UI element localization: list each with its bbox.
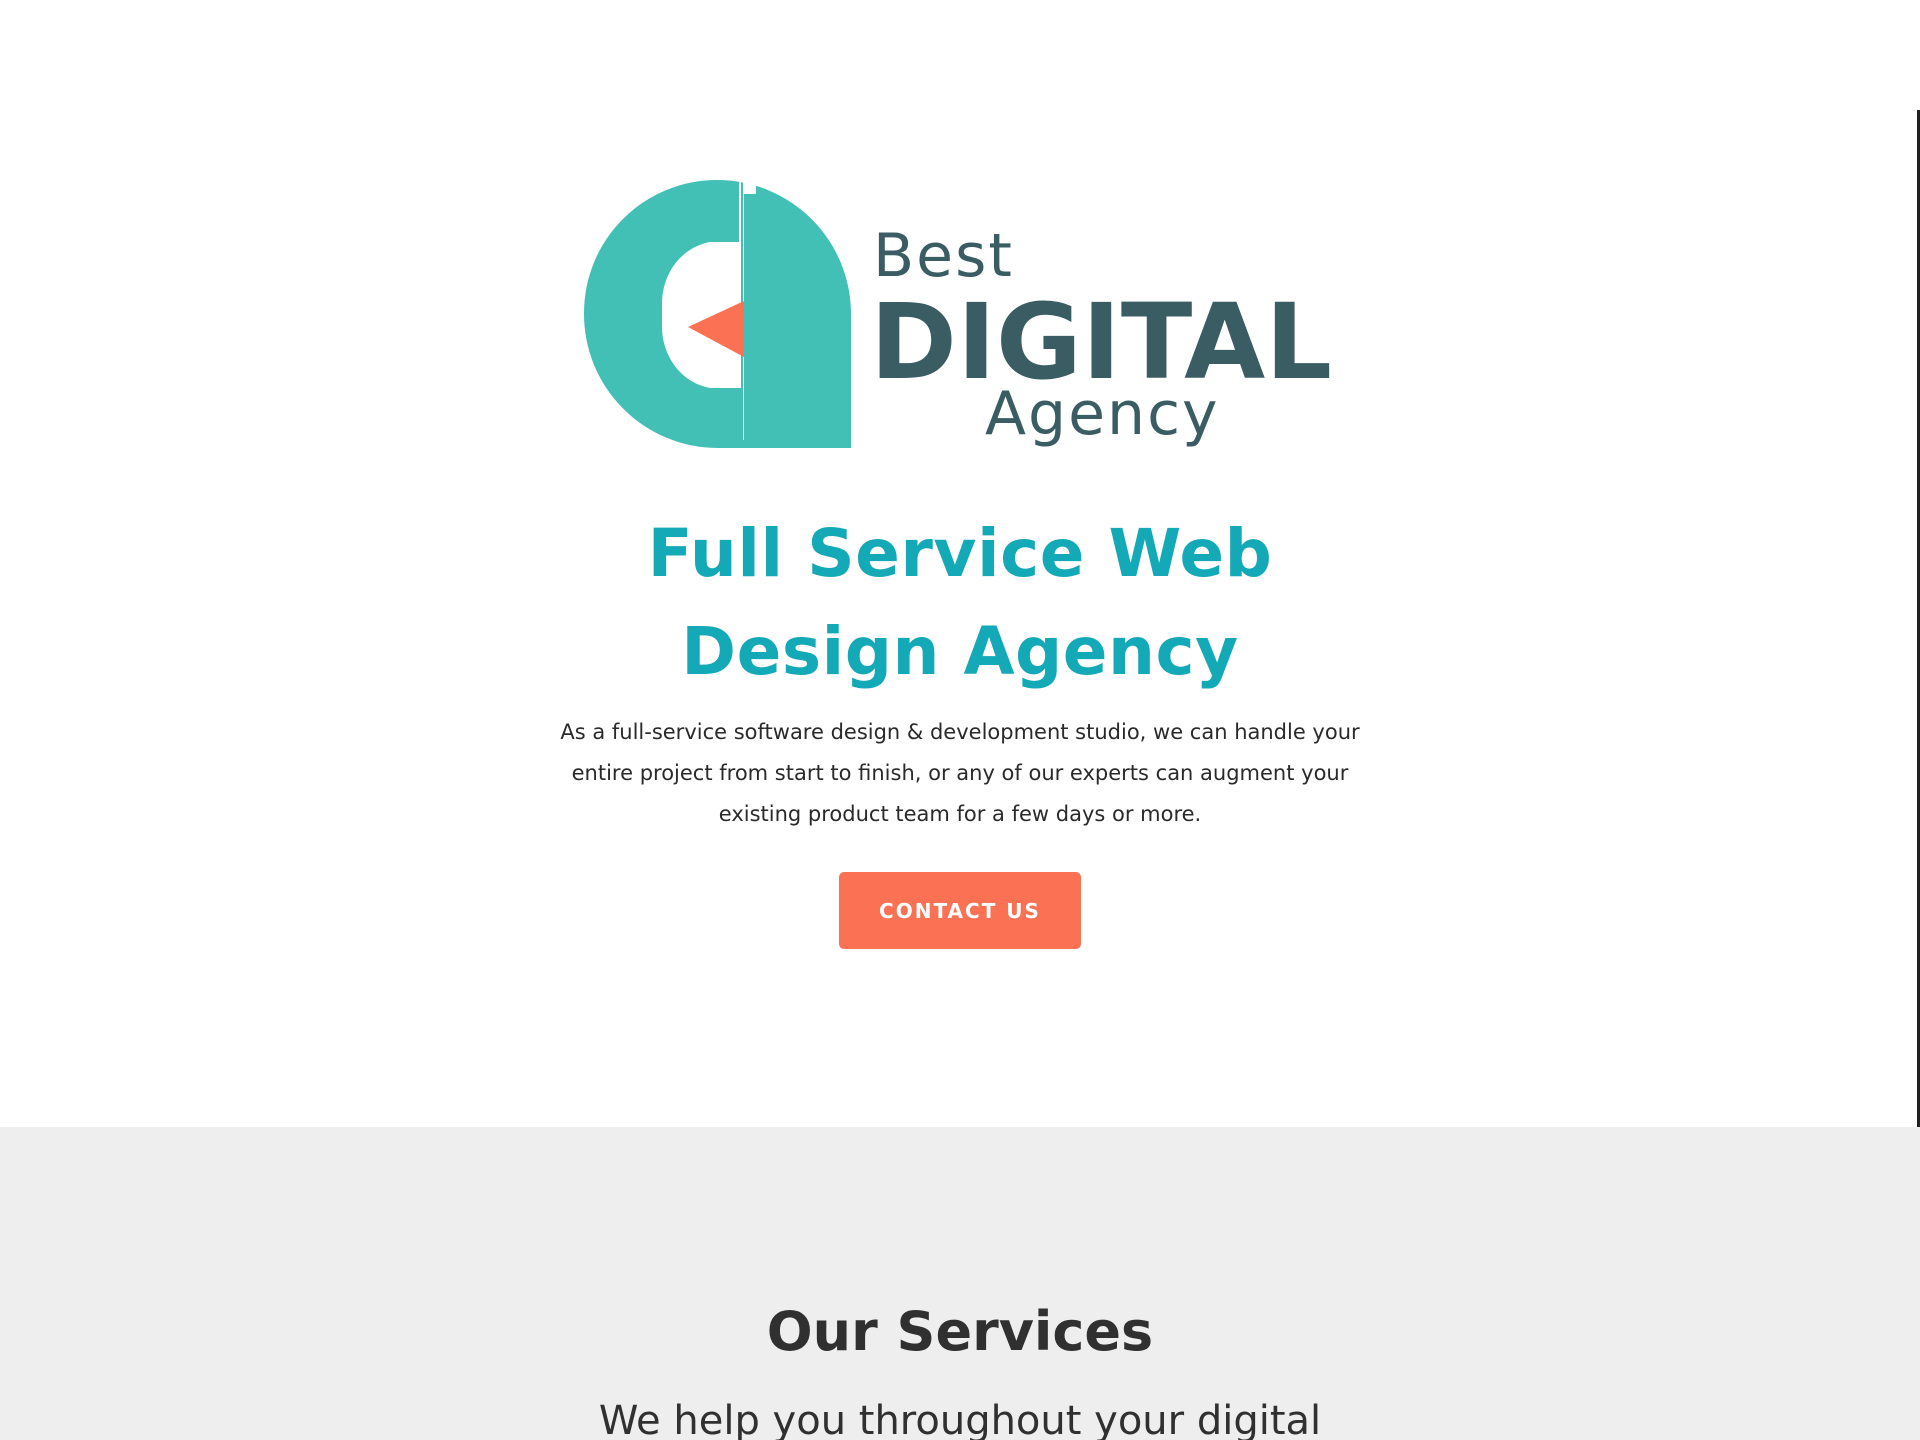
- d-play-logo-icon: [584, 180, 851, 448]
- services-section: Our Services We help you throughout your…: [0, 1127, 1920, 1440]
- services-subtitle: We help you throughout your digital: [598, 1398, 1322, 1440]
- hero-section: Best DIGITAL Agency Full Service Web Des…: [0, 0, 1920, 1127]
- services-title: Our Services: [766, 1300, 1154, 1363]
- page: Best DIGITAL Agency Full Service Web Des…: [0, 0, 1920, 1440]
- company-logo[interactable]: Best DIGITAL Agency: [584, 180, 1334, 455]
- hero-headline: Full Service Web Design Agency: [647, 515, 1273, 690]
- logo-text-agency: Agency: [985, 379, 1220, 449]
- hero-intro: As a full-service software design & deve…: [560, 720, 1360, 826]
- contact-us-button[interactable]: CONTACT US: [839, 872, 1081, 949]
